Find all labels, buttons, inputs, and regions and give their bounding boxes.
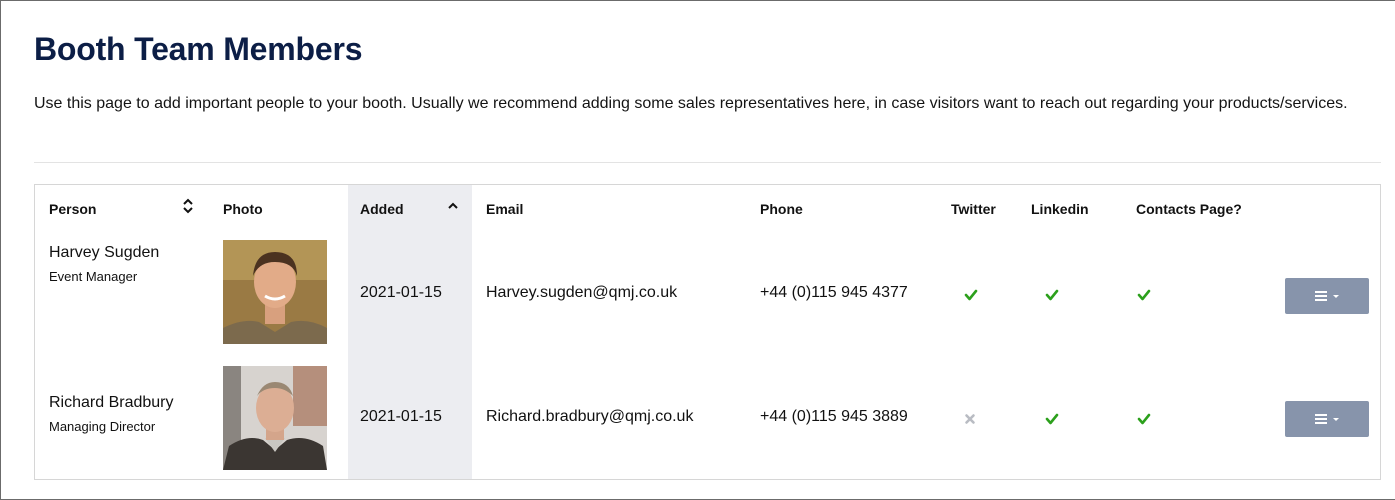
menu-icon [1315, 414, 1327, 424]
row-actions-button[interactable] [1285, 278, 1369, 314]
check-icon [1045, 289, 1059, 301]
caret-down-icon [1333, 295, 1339, 298]
check-icon [964, 289, 978, 301]
email: Richard.bradbury@qmj.co.uk [486, 408, 694, 425]
person-name: Harvey Sugden [49, 244, 160, 261]
column-header-phone: Phone [760, 201, 803, 217]
caret-down-icon [1333, 418, 1339, 421]
person-name: Richard Bradbury [49, 394, 174, 411]
added-date: 2021-01-15 [360, 408, 442, 425]
check-icon [1137, 413, 1151, 425]
sort-ascending-icon[interactable] [445, 195, 461, 217]
person-role: Managing Director [49, 419, 156, 434]
cross-icon [965, 414, 975, 424]
column-header-email: Email [486, 201, 524, 217]
menu-icon [1315, 291, 1327, 301]
sort-icon[interactable] [180, 195, 196, 217]
column-header-twitter: Twitter [951, 201, 996, 217]
divider [34, 162, 1381, 163]
team-members-table: Person Photo Added Email Phone Twitter L… [34, 184, 1381, 480]
page-description: Use this page to add important people to… [34, 95, 1348, 112]
page-title: Booth Team Members [34, 31, 363, 67]
phone: +44 (0)115 945 4377 [760, 284, 908, 301]
check-icon [1137, 289, 1151, 301]
column-header-added[interactable]: Added [360, 201, 404, 217]
added-date: 2021-01-15 [360, 284, 442, 301]
column-header-photo: Photo [223, 201, 263, 217]
table-row: Harvey Sugden Event Manager 2021-01-15 H… [35, 235, 1380, 353]
column-header-contacts-page: Contacts Page? [1136, 201, 1242, 217]
check-icon [1045, 413, 1059, 425]
page-frame: Booth Team Members Use this page to add … [0, 0, 1395, 500]
person-photo [223, 366, 327, 470]
column-header-linkedin: Linkedin [1031, 201, 1089, 217]
email: Harvey.sugden@qmj.co.uk [486, 284, 678, 301]
phone: +44 (0)115 945 3889 [760, 408, 908, 425]
row-actions-button[interactable] [1285, 401, 1369, 437]
table-row: Richard Bradbury Managing Director 2021-… [35, 361, 1380, 479]
person-photo [223, 240, 327, 344]
person-role: Event Manager [49, 269, 138, 284]
column-header-person[interactable]: Person [49, 201, 96, 217]
